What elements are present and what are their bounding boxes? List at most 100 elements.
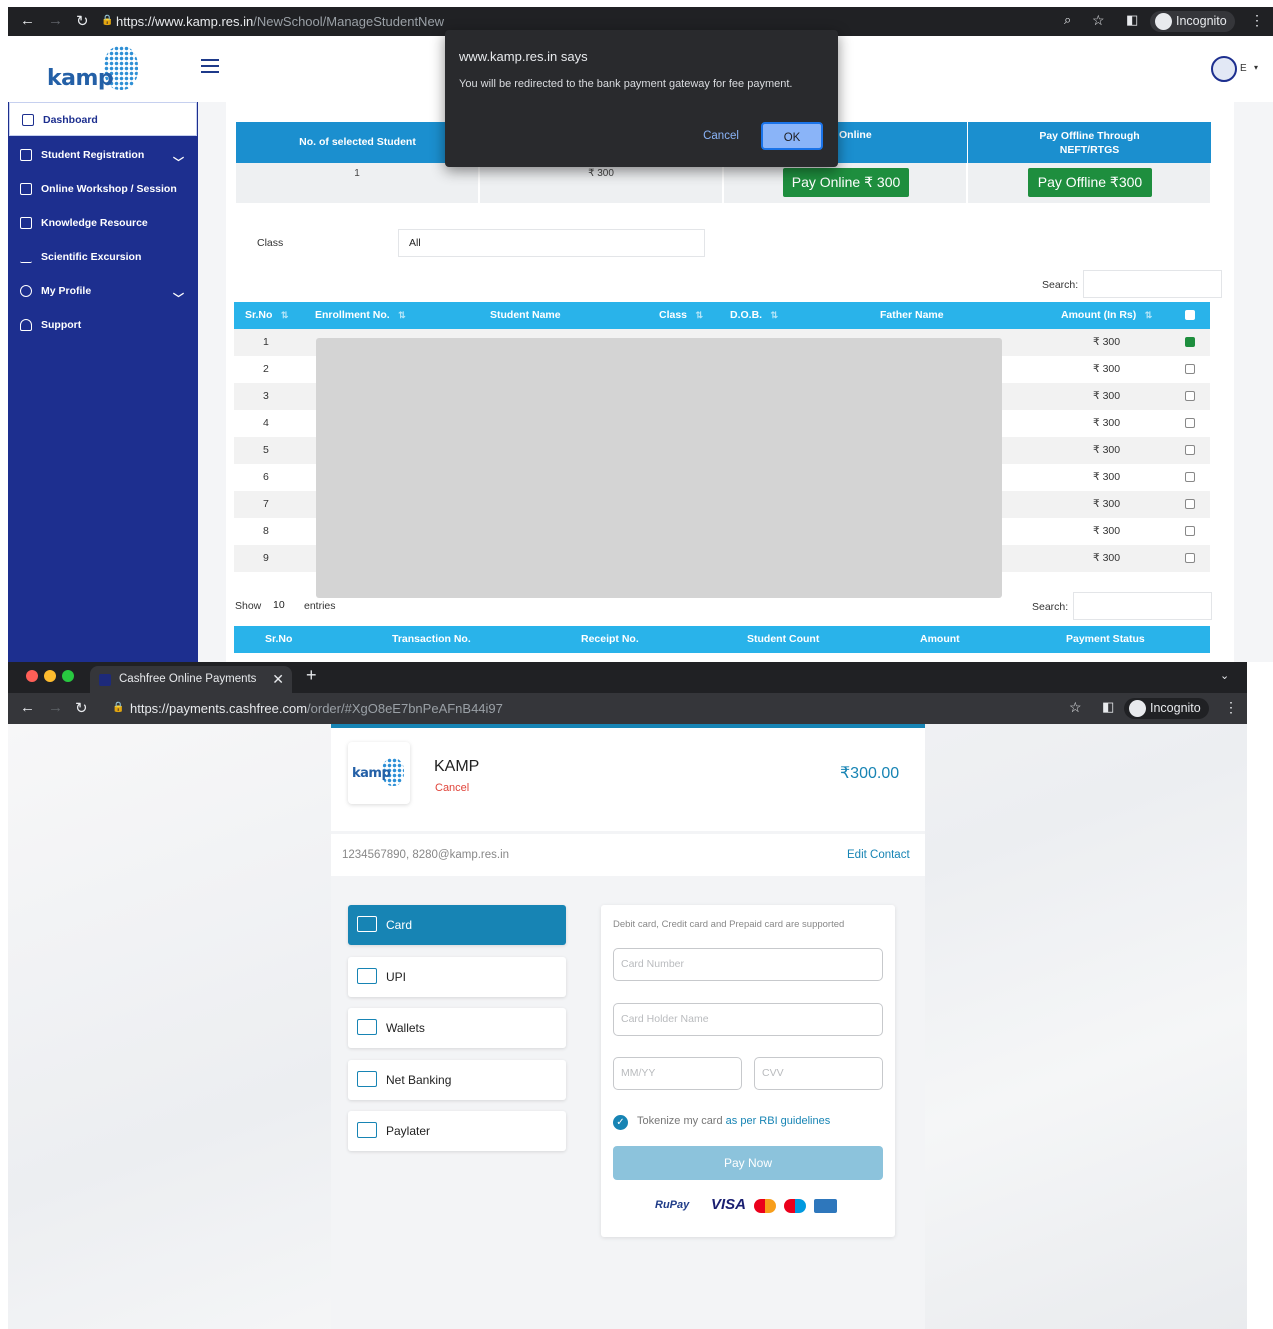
col-payment-status[interactable]: Payment Status: [1066, 626, 1145, 653]
search-label-2: Search:: [1032, 601, 1069, 613]
col-receipt-no[interactable]: Receipt No.: [581, 626, 639, 653]
payment-method-net-banking[interactable]: Net Banking: [348, 1059, 566, 1100]
entries-label: entries: [304, 600, 336, 612]
row-select-checkbox[interactable]: [1185, 445, 1195, 455]
sort-icon: ⇅: [280, 310, 289, 320]
col-transaction-no[interactable]: Transaction No.: [392, 626, 471, 653]
pay-now-button[interactable]: Pay Now: [613, 1146, 883, 1180]
search-input-2[interactable]: [1073, 592, 1212, 620]
col-father-name[interactable]: Father Name: [880, 302, 944, 329]
contact-bar: 1234567890, 8280@kamp.res.in Edit Contac…: [331, 834, 925, 876]
hamburger-menu-icon[interactable]: [201, 59, 219, 73]
sidebar-item-scientific-excursion[interactable]: Scientific Excursion: [8, 240, 198, 274]
row-amount: ₹ 300: [1093, 336, 1121, 348]
contact-details: 1234567890, 8280@kamp.res.in: [342, 849, 510, 861]
dashboard-icon: [22, 114, 34, 126]
kamp-logo[interactable]: kamp: [47, 66, 114, 91]
dialog-ok-button[interactable]: OK: [761, 122, 823, 150]
payment-method-upi[interactable]: UPI: [348, 956, 566, 997]
sidebar-item-support[interactable]: Support: [8, 308, 198, 342]
bookmark-star-icon[interactable]: ☆: [1069, 699, 1082, 716]
sidebar-item-my-profile[interactable]: My Profile ﹀: [8, 274, 198, 308]
menu-kebab-icon[interactable]: ⋮: [1224, 699, 1238, 716]
avatar[interactable]: [1211, 56, 1237, 82]
sidebar-item-dashboard[interactable]: Dashboard: [9, 102, 197, 136]
col-amount[interactable]: Amount (In Rs) ⇅: [1061, 302, 1152, 329]
sidepanel-icon[interactable]: ◧: [1126, 12, 1138, 28]
reload-icon[interactable]: ↻: [75, 699, 88, 717]
col-class[interactable]: Class ⇅: [659, 302, 703, 329]
pay-offline-button[interactable]: Pay Offline ₹300: [1028, 168, 1152, 197]
incognito-badge[interactable]: Incognito: [1124, 698, 1209, 719]
row-select-checkbox[interactable]: [1185, 553, 1195, 563]
payment-method-wallets[interactable]: Wallets: [348, 1008, 566, 1048]
close-tab-icon[interactable]: ✕: [272, 666, 284, 693]
zoom-icon[interactable]: ⌕: [1064, 12, 1071, 28]
tab-search-chevron-icon[interactable]: ⌄: [1220, 669, 1229, 682]
row-srno: 5: [263, 444, 269, 456]
forward-icon[interactable]: →: [48, 12, 63, 29]
menu-kebab-icon[interactable]: ⋮: [1250, 12, 1264, 29]
sort-icon: ⇅: [770, 310, 779, 320]
new-tab-button[interactable]: +: [306, 665, 317, 686]
edit-contact-link[interactable]: Edit Contact: [847, 834, 910, 876]
row-select-checkbox[interactable]: [1185, 499, 1195, 509]
entries-select[interactable]: 10: [264, 592, 298, 620]
sidebar-item-knowledge-resource[interactable]: Knowledge Resource: [8, 206, 198, 240]
row-select-checkbox[interactable]: [1185, 526, 1195, 536]
dialog-cancel-button[interactable]: Cancel: [683, 122, 759, 150]
workshop-icon: [20, 183, 32, 195]
tokenize-checkbox[interactable]: ✓: [613, 1115, 628, 1130]
col-tx-srno[interactable]: Sr.No: [265, 626, 292, 653]
lock-icon: 🔒: [112, 702, 125, 713]
sidebar-item-online-workshop[interactable]: Online Workshop / Session: [8, 172, 198, 206]
book-icon: [20, 217, 32, 229]
row-select-checkbox[interactable]: [1185, 391, 1195, 401]
col-student-count[interactable]: Student Count: [747, 626, 819, 653]
forward-icon[interactable]: →: [48, 699, 63, 716]
row-select-checkbox[interactable]: [1185, 364, 1195, 374]
maximize-window-icon[interactable]: [62, 670, 74, 682]
col-enrollment[interactable]: Enrollment No. ⇅: [315, 302, 406, 329]
row-select-checkbox[interactable]: [1185, 472, 1195, 482]
pay-online-button[interactable]: Pay Online ₹ 300: [783, 168, 909, 197]
sort-icon: ⇅: [398, 310, 406, 320]
payment-method-paylater[interactable]: Paylater: [348, 1111, 566, 1151]
expiry-input[interactable]: MM/YY: [613, 1057, 742, 1090]
user-initial: E: [1240, 63, 1247, 74]
col-dob[interactable]: D.O.B. ⇅: [730, 302, 778, 329]
row-select-checkbox[interactable]: [1185, 337, 1195, 347]
card-holder-input[interactable]: Card Holder Name: [613, 1003, 883, 1036]
user-dropdown-caret-icon[interactable]: ▾: [1254, 63, 1258, 72]
row-srno: 9: [263, 552, 269, 564]
class-filter-select[interactable]: All: [398, 229, 705, 257]
bookmark-star-icon[interactable]: ☆: [1092, 12, 1105, 29]
row-amount: ₹ 300: [1093, 363, 1121, 375]
sidebar-item-student-registration[interactable]: Student Registration ﹀: [8, 138, 198, 172]
students-table-header: Sr.No ⇅ Enrollment No. ⇅ Student Name Clas…: [234, 302, 1210, 329]
url-domain: https://www.kamp.res.in: [116, 14, 254, 29]
reload-icon[interactable]: ↻: [76, 12, 89, 30]
incognito-badge[interactable]: Incognito: [1150, 11, 1235, 32]
back-icon[interactable]: ←: [20, 12, 35, 29]
minimize-window-icon[interactable]: [44, 670, 56, 682]
dialog-message: You will be redirected to the bank payme…: [459, 78, 793, 90]
sidepanel-icon[interactable]: ◧: [1102, 699, 1114, 715]
select-all-checkbox[interactable]: [1185, 310, 1195, 320]
row-select-checkbox[interactable]: [1185, 418, 1195, 428]
close-window-icon[interactable]: [26, 670, 38, 682]
back-icon[interactable]: ←: [20, 699, 35, 716]
cvv-input[interactable]: CVV: [754, 1057, 883, 1090]
payment-method-card[interactable]: Card: [348, 905, 566, 945]
address-bar[interactable]: https://payments.cashfree.com/order/#XgO…: [130, 701, 503, 716]
cancel-payment-link[interactable]: Cancel: [435, 782, 469, 794]
tab-cashfree[interactable]: Cashfree Online Payments ✕: [90, 666, 292, 693]
card-number-input[interactable]: Card Number: [613, 948, 883, 981]
col-student-name[interactable]: Student Name: [490, 302, 561, 329]
address-bar[interactable]: https://www.kamp.res.in/NewSchool/Manage…: [116, 14, 444, 29]
col-srno[interactable]: Sr.No ⇅: [245, 302, 288, 329]
rbi-guidelines-link[interactable]: as per RBI guidelines: [726, 1115, 831, 1127]
search-input[interactable]: [1083, 270, 1222, 298]
row-amount: ₹ 300: [1093, 525, 1121, 537]
col-tx-amount[interactable]: Amount: [920, 626, 960, 653]
